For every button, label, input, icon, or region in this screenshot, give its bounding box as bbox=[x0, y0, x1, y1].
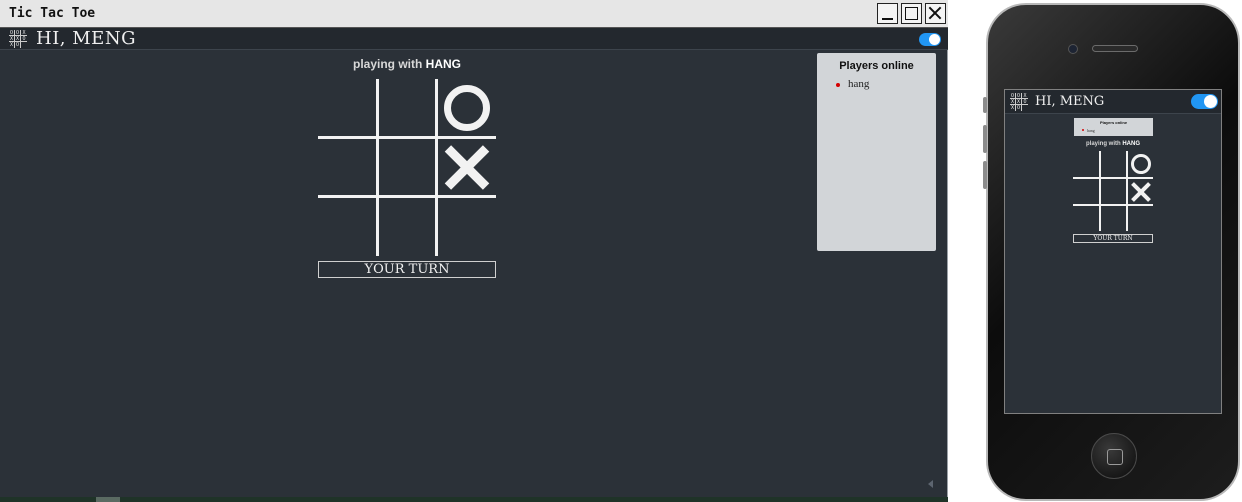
players-list: hang bbox=[817, 78, 936, 90]
turn-status: YOUR TURN bbox=[318, 261, 496, 278]
volume-up-button bbox=[983, 125, 987, 153]
maximize-button[interactable] bbox=[901, 3, 922, 24]
player-item[interactable]: hang bbox=[836, 78, 936, 90]
mute-switch bbox=[983, 97, 987, 113]
mobile-players-online-panel: Players online hang bbox=[1074, 118, 1153, 136]
camera-icon bbox=[1068, 44, 1078, 54]
o-mark-icon bbox=[444, 85, 490, 131]
volume-down-button bbox=[983, 161, 987, 189]
scrollbar-thumb[interactable] bbox=[96, 497, 120, 502]
mobile-player-item[interactable]: hang bbox=[1082, 128, 1153, 133]
tic-tac-toe-logo-icon: O O X X X O X O bbox=[1010, 93, 1028, 111]
mobile-turn-status: YOUR TURN bbox=[1073, 234, 1153, 243]
mobile-playing-with-label: playing with HANG bbox=[1073, 141, 1153, 147]
toggle-switch-icon[interactable] bbox=[919, 33, 941, 46]
window-titlebar: Tic Tac Toe bbox=[0, 0, 948, 28]
desktop-window: Tic Tac Toe O O X X X O X O HI, MENG pla… bbox=[0, 0, 948, 502]
phone-screen: O O X X X O X O HI, MENG Players online … bbox=[1004, 89, 1222, 414]
game-board bbox=[318, 79, 496, 256]
resize-grip-icon[interactable] bbox=[928, 480, 933, 488]
greeting-title: HI, MENG bbox=[36, 28, 136, 49]
board-cell[interactable] bbox=[438, 139, 496, 197]
board-cell[interactable] bbox=[438, 198, 496, 256]
opponent-name: HANG bbox=[425, 57, 462, 71]
screenshot-stage: Tic Tac Toe O O X X X O X O HI, MENG pla… bbox=[0, 0, 1242, 502]
board-cell[interactable] bbox=[1073, 179, 1099, 205]
board-cell[interactable] bbox=[318, 79, 376, 137]
logo-cell bbox=[21, 42, 27, 48]
mobile-app-header: O O X X X O X O HI, MENG bbox=[1005, 90, 1221, 114]
players-online-title: Players online bbox=[839, 60, 914, 72]
window-title: Tic Tac Toe bbox=[9, 6, 96, 21]
home-button-icon[interactable] bbox=[1091, 433, 1137, 479]
close-button[interactable] bbox=[925, 3, 946, 24]
board-cell[interactable] bbox=[1128, 179, 1154, 205]
board-cell[interactable] bbox=[1128, 151, 1154, 177]
mobile-greeting-title: HI, MENG bbox=[1035, 94, 1105, 109]
opponent-name: HANG bbox=[1122, 141, 1140, 147]
board-cell[interactable] bbox=[318, 198, 376, 256]
board-cell[interactable] bbox=[1101, 206, 1127, 232]
board-cell[interactable] bbox=[379, 198, 437, 256]
board-cell[interactable] bbox=[1073, 206, 1099, 232]
speaker-grille bbox=[1092, 45, 1138, 52]
board-cell[interactable] bbox=[379, 79, 437, 137]
playing-with-label: playing with HANG bbox=[318, 57, 496, 71]
phone-mockup: O O X X X O X O HI, MENG Players online … bbox=[983, 3, 1240, 501]
app-header: O O X X X O X O HI, MENG bbox=[0, 28, 948, 50]
board-cell[interactable] bbox=[1101, 151, 1127, 177]
playing-prefix: playing with bbox=[352, 57, 423, 71]
toggle-switch-icon[interactable] bbox=[1191, 94, 1218, 109]
players-online-panel: Players online hang bbox=[817, 53, 936, 251]
mobile-game-board bbox=[1073, 151, 1153, 231]
logo-cell bbox=[1022, 105, 1028, 111]
o-mark-icon bbox=[1131, 154, 1151, 174]
minimize-button[interactable] bbox=[877, 3, 898, 24]
mobile-players-title: Players online bbox=[1099, 120, 1128, 125]
playing-prefix: playing with bbox=[1085, 141, 1121, 147]
board-cell[interactable] bbox=[318, 139, 376, 197]
board-cell[interactable] bbox=[1073, 151, 1099, 177]
horizontal-scrollbar[interactable] bbox=[0, 497, 948, 502]
board-cell[interactable] bbox=[438, 79, 496, 137]
board-cell[interactable] bbox=[1101, 179, 1127, 205]
tic-tac-toe-logo-icon: O O X X X O X O bbox=[9, 30, 27, 48]
board-cell[interactable] bbox=[1128, 206, 1154, 232]
board-cell[interactable] bbox=[379, 139, 437, 197]
